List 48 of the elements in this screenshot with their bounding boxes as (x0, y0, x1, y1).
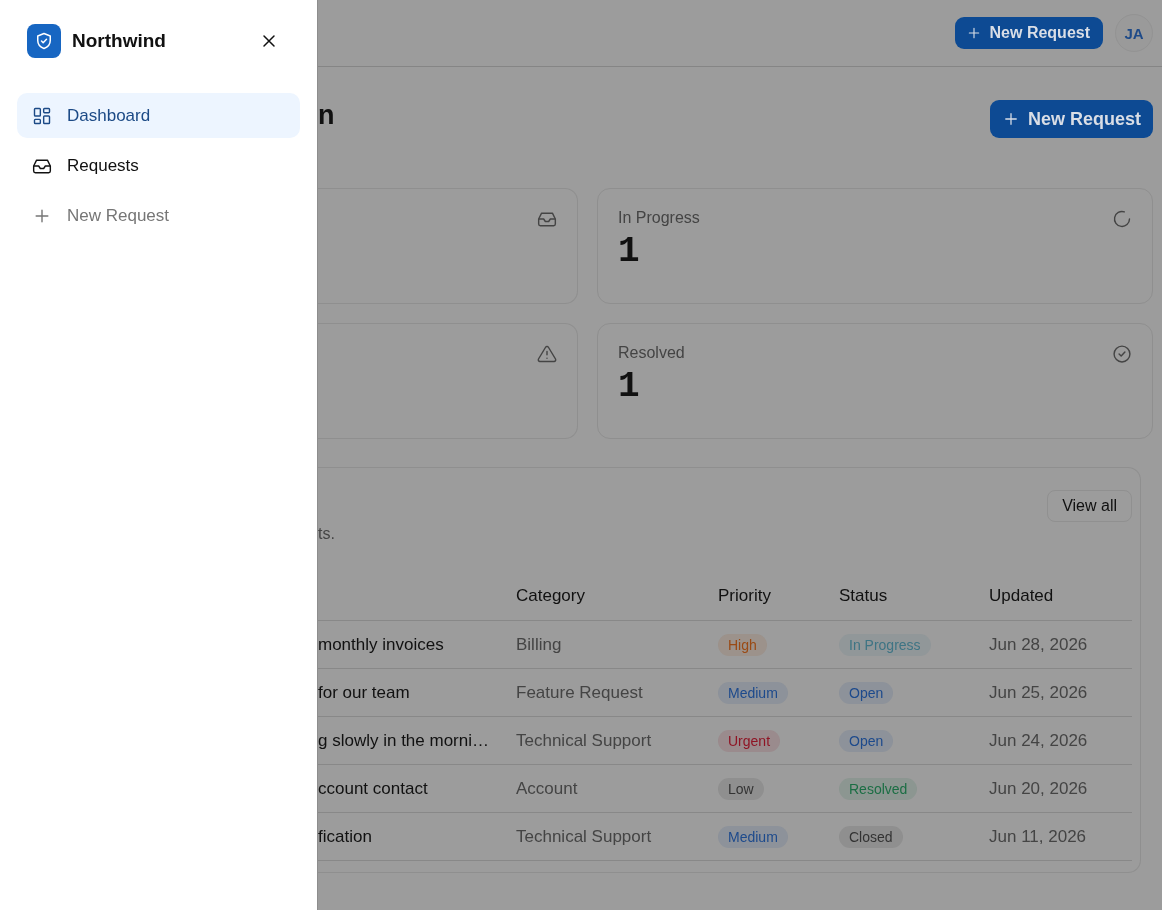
table-cell: Technical Support (516, 812, 718, 861)
table-cell: Jun 24, 2026 (989, 716, 1132, 765)
table-cell: Jun 11, 2026 (989, 812, 1132, 861)
warning-icon (537, 344, 557, 364)
table-cell: fication (318, 812, 516, 861)
table-cell: for our team (318, 668, 516, 717)
priority-badge: Medium (718, 825, 788, 848)
status-badge: Closed (839, 825, 903, 848)
table-cell: g slowly in the morni… (318, 716, 516, 765)
check-circle-icon (1112, 344, 1132, 364)
column-header: Updated (989, 572, 1132, 621)
priority-badge: Medium (718, 681, 788, 704)
shield-logo (27, 24, 61, 58)
nav-item[interactable]: Dashboard (17, 93, 300, 138)
table-cell: Jun 28, 2026 (989, 620, 1132, 669)
table-cell: ccount contact (318, 764, 516, 813)
table-cell: Jun 20, 2026 (989, 764, 1132, 813)
stat-label: In Progress (618, 209, 700, 227)
inbox-icon (537, 209, 557, 229)
table-cell: monthly invoices (318, 620, 516, 669)
table-cell: Feature Request (516, 668, 718, 717)
nav-item[interactable]: New Request (17, 193, 300, 238)
view-all-button[interactable]: View all (1047, 490, 1132, 522)
stat-value: 1 (618, 366, 641, 407)
column-header: Category (516, 572, 718, 621)
status-badge: Open (839, 681, 894, 704)
status-badge: In Progress (839, 633, 931, 656)
stat-label: Resolved (618, 344, 685, 362)
table-cell: Billing (516, 620, 718, 669)
table-cell: Account (516, 764, 718, 813)
priority-badge: High (718, 633, 767, 656)
nav-item[interactable]: Requests (17, 143, 300, 188)
column-header: Status (839, 572, 989, 621)
table-cell: Technical Support (516, 716, 718, 765)
status-badge: Open (839, 729, 894, 752)
new-request-button[interactable]: New Request (954, 17, 1103, 49)
dashboard-icon (32, 105, 52, 126)
spinner-icon (1112, 209, 1132, 229)
stat-value: 1 (618, 231, 641, 272)
priority-badge: Low (718, 777, 764, 800)
brand-name: Northwind (72, 30, 167, 52)
table-cell: Jun 25, 2026 (989, 668, 1132, 717)
card-subtitle: ts. (318, 525, 335, 543)
new-request-button[interactable]: New Request (989, 100, 1153, 138)
priority-badge: Urgent (718, 729, 781, 752)
status-badge: Resolved (839, 777, 918, 800)
page-title: n (318, 100, 335, 131)
column-header: Priority (718, 572, 839, 621)
